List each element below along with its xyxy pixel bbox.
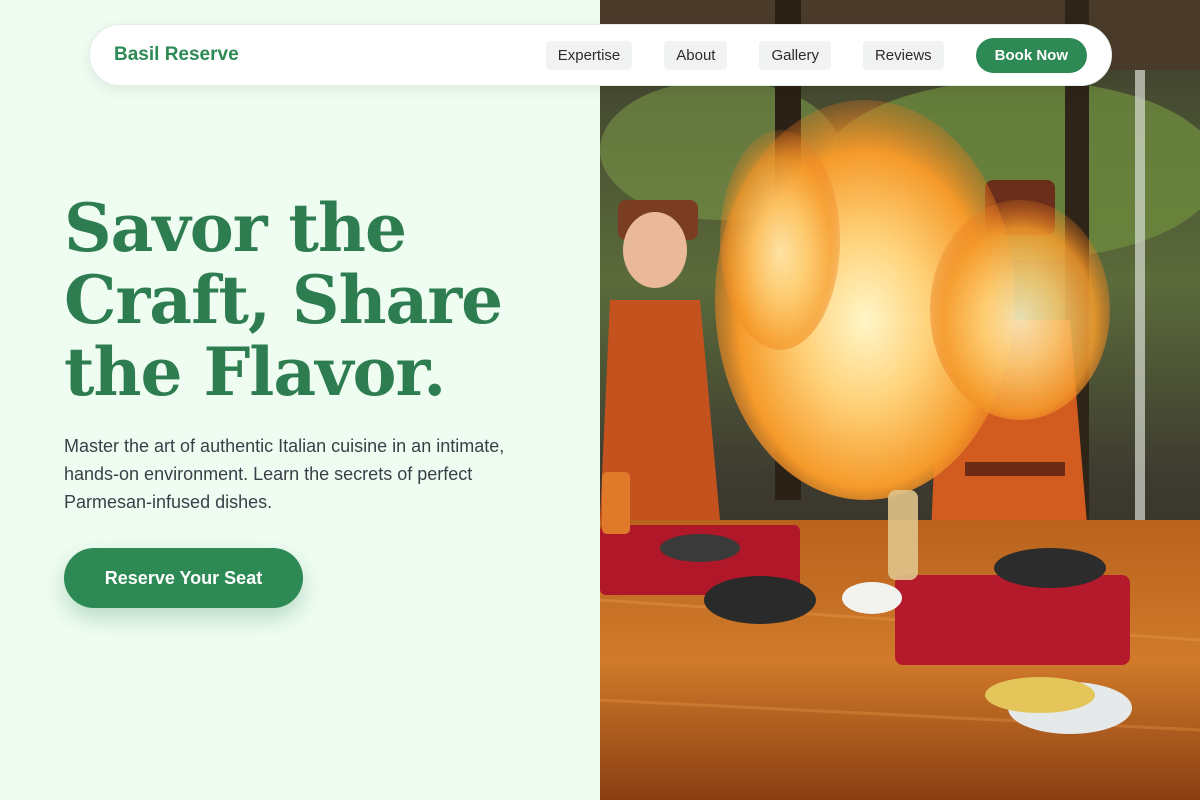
brand-logo-text[interactable]: Basil Reserve xyxy=(114,44,239,66)
hero-subtext: Master the art of authentic Italian cuis… xyxy=(64,436,505,512)
top-navbar: Basil Reserve Expertise About Gallery Re… xyxy=(89,24,1112,86)
book-now-button[interactable]: Book Now xyxy=(975,37,1087,73)
nav-link-about[interactable]: About xyxy=(664,40,728,70)
nav-link-reviews[interactable]: Reviews xyxy=(862,40,944,70)
headline-line-3: the Flavor. xyxy=(64,333,446,411)
reserve-seat-button[interactable]: Reserve Your Seat xyxy=(64,548,303,608)
nav-links: Expertise About Gallery Reviews Book Now xyxy=(545,37,1087,73)
hero-headline: Savor the Craft, Share the Flavor. xyxy=(64,192,544,408)
nav-link-gallery[interactable]: Gallery xyxy=(759,40,831,70)
headline-line-2: Craft, Share xyxy=(64,261,503,339)
hero-photo-cooking-flambe xyxy=(600,0,1200,800)
nav-link-expertise[interactable]: Expertise xyxy=(545,40,633,70)
headline-line-1: Savor the xyxy=(64,189,407,267)
